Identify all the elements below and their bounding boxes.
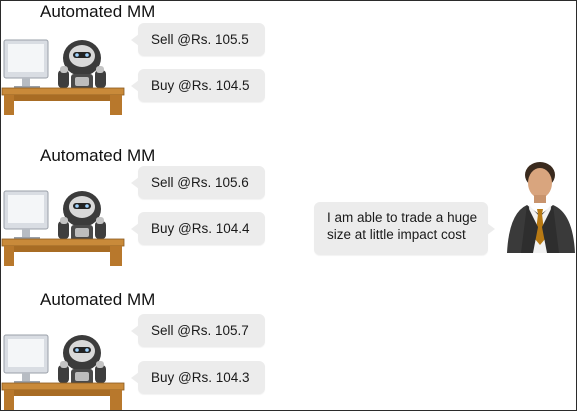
bubble-tail [131,324,139,337]
robot-icon [1,190,125,266]
bubble-tail [131,33,139,46]
sell-quote-bubble-3: Sell @Rs. 105.7 [131,314,265,347]
sell-quote-bubble-1: Sell @Rs. 105.5 [131,23,265,56]
bubble-tail [487,222,495,235]
buy-quote-bubble-3: Buy @Rs. 104.3 [131,361,265,394]
sell-quote-text: Sell @Rs. 105.7 [151,323,249,338]
bubble-tail [131,176,139,189]
trader-speech-bubble: I am able to trade a huge size at little… [314,202,495,255]
buy-quote-text: Buy @Rs. 104.3 [151,370,250,385]
bubble-tail [131,222,139,235]
bubble-tail [131,371,139,384]
buy-quote-bubble-1: Buy @Rs. 104.5 [131,69,265,102]
sell-quote-text: Sell @Rs. 105.5 [151,32,249,47]
sell-quote-text: Sell @Rs. 105.6 [151,175,249,190]
businessman-icon [507,162,575,253]
buy-quote-bubble-2: Buy @Rs. 104.4 [131,212,265,245]
buy-quote-text: Buy @Rs. 104.4 [151,221,250,236]
trader-message: I am able to trade a huge size at little… [327,210,478,242]
sell-quote-bubble-2: Sell @Rs. 105.6 [131,166,265,199]
robot-icon [1,39,125,115]
bubble-tail [131,79,139,92]
buy-quote-text: Buy @Rs. 104.5 [151,78,250,93]
robot-icon [1,334,125,410]
